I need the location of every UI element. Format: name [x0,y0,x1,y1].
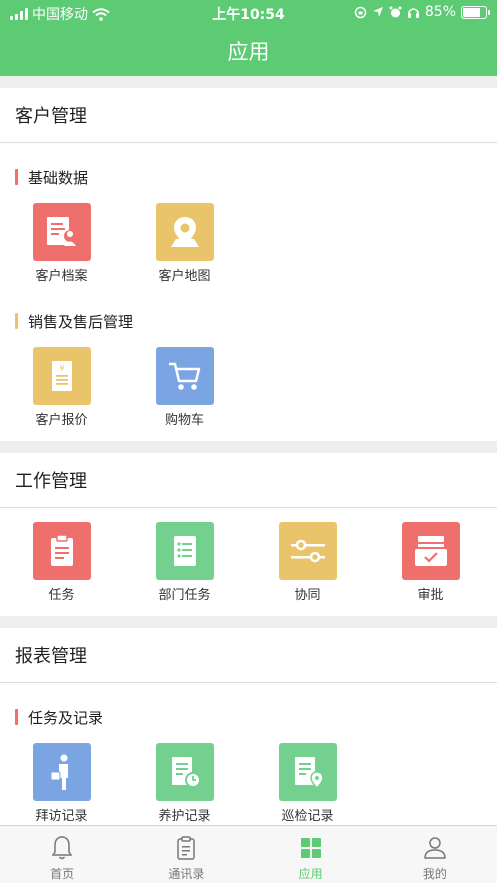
tab-label: 我的 [422,867,447,881]
tab-contacts[interactable]: 通讯录 [124,826,248,883]
report-management-section: 报表管理 任务及记录 拜访记录 养护记录 巡检记录 [0,628,497,825]
tile-grid: 客户档案 客户地图 [0,197,497,297]
tab-label: 首页 [50,867,75,881]
section-title: 工作管理 [0,453,497,508]
inspection-icon [278,743,337,801]
tile-grid: ¥ 客户报价 购物车 [0,341,497,441]
tile-label: 客户报价 [35,413,88,428]
tile-grid: 拜访记录 养护记录 巡检记录 [0,737,497,825]
battery-fill [463,7,480,17]
nav-bar: 应用 [0,26,497,76]
tile-label: 协同 [294,588,321,603]
app-shopping-cart[interactable]: 购物车 [123,341,246,431]
subsection-tasks-records: 任务及记录 [0,697,497,737]
contacts-icon [177,836,196,860]
app-department-task[interactable]: 部门任务 [123,516,246,606]
app-visit-record[interactable]: 拜访记录 [0,737,123,825]
work-management-section: 工作管理 任务 部门任务 协同 审批 [0,453,497,616]
svg-text:¥: ¥ [59,364,64,373]
accent-bar [15,709,18,725]
headphones-icon [407,7,419,18]
app-customer-map[interactable]: 客户地图 [123,197,246,287]
rotation-lock-icon [354,6,367,18]
page-title: 应用 [227,40,270,64]
tile-label: 客户档案 [35,269,88,284]
tile-label: 审批 [417,588,444,603]
customer-file-icon [32,203,91,261]
visit-icon [32,743,91,801]
tab-home[interactable]: 首页 [0,826,124,883]
app-content: 客户管理 基础数据 客户档案 客户地图 销售及售后管理 ¥ 客户报价 购物车 工… [0,88,497,825]
tab-bar: 首页 通讯录 应用 我的 [0,825,497,883]
cart-icon [155,347,214,405]
accent-bar [15,313,18,329]
app-maintenance-record[interactable]: 养护记录 [123,737,246,825]
subsection-title: 基础数据 [28,168,89,187]
user-icon [424,837,446,859]
app-customer-quote[interactable]: ¥ 客户报价 [0,341,123,431]
tile-label: 任务 [48,588,75,603]
approval-icon [401,522,460,580]
battery-icon [461,5,490,19]
subsection-title: 销售及售后管理 [28,312,134,331]
app-task[interactable]: 任务 [0,516,123,606]
sliders-icon [278,522,337,580]
location-icon [372,7,383,17]
subsection-title: 任务及记录 [28,708,104,727]
tile-label: 客户地图 [158,269,211,284]
alarm-icon [389,6,402,17]
battery-percent: 85% [424,4,456,20]
customer-management-section: 客户管理 基础数据 客户档案 客户地图 销售及售后管理 ¥ 客户报价 购物车 [0,88,497,441]
quote-icon: ¥ [32,347,91,405]
tab-label: 应用 [298,867,323,881]
apps-icon [300,838,321,858]
maintenance-icon [155,743,214,801]
app-approval[interactable]: 审批 [369,516,492,606]
subsection-basic-data: 基础数据 [0,157,497,197]
tab-apps[interactable]: 应用 [249,826,373,883]
tile-label: 购物车 [164,413,204,428]
tab-label: 通讯录 [168,867,205,881]
subsection-sales: 销售及售后管理 [0,301,497,341]
bell-icon [51,836,73,860]
tile-grid: 任务 部门任务 协同 审批 [0,508,497,616]
clipboard-icon [32,522,91,580]
app-customer-file[interactable]: 客户档案 [0,197,123,287]
app-collaboration[interactable]: 协同 [246,516,369,606]
section-title: 报表管理 [0,628,497,683]
map-pin-icon [155,203,214,261]
app-inspection-record[interactable]: 巡检记录 [246,737,369,825]
status-right: 85% [354,4,490,20]
tile-label: 巡检记录 [281,809,334,824]
tile-label: 养护记录 [158,809,211,824]
tab-mine[interactable]: 我的 [373,826,497,883]
status-bar: 中国移动 上午10:54 85% [0,0,497,26]
tile-label: 拜访记录 [35,809,88,824]
accent-bar [15,169,18,185]
tile-label: 部门任务 [158,588,211,603]
section-title: 客户管理 [0,88,497,143]
list-icon [155,522,214,580]
